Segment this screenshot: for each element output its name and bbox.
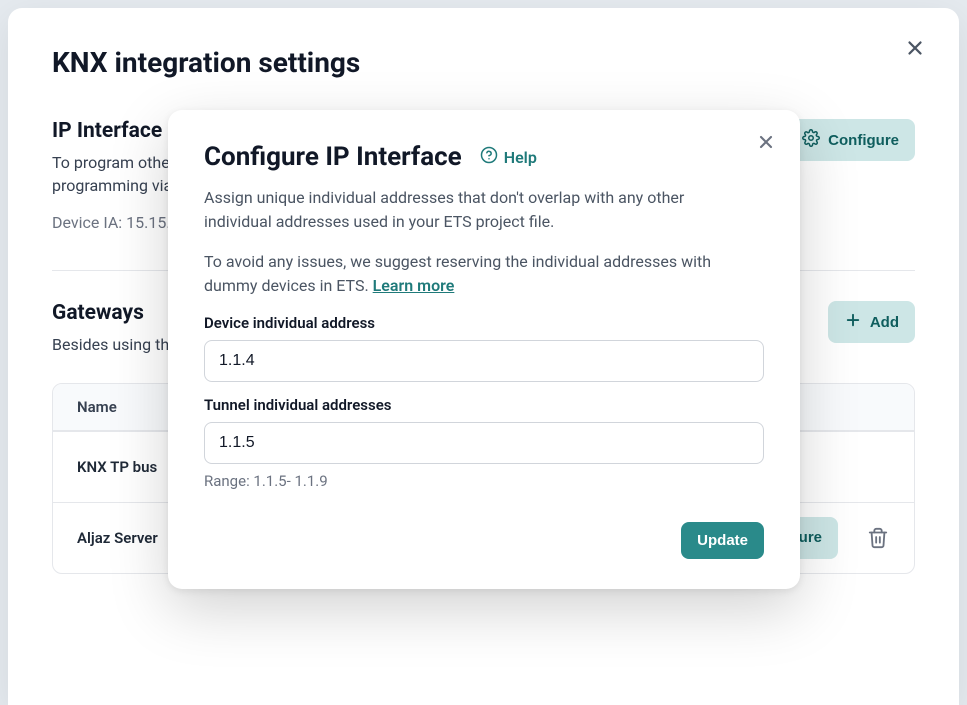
device-ia-input[interactable] (204, 340, 764, 382)
modal-paragraph-1: Assign unique individual addresses that … (204, 186, 744, 234)
help-icon (480, 146, 498, 168)
close-icon[interactable] (754, 130, 778, 154)
update-button-label: Update (697, 532, 748, 549)
help-link-label: Help (504, 148, 537, 167)
configure-ip-interface-modal: Configure IP Interface Help Assign uniqu… (168, 110, 800, 589)
learn-more-link[interactable]: Learn more (373, 276, 455, 295)
help-link[interactable]: Help (480, 146, 537, 168)
tunnel-ia-field-label: Tunnel individual addresses (204, 396, 764, 414)
tunnel-range-hint: Range: 1.1.5- 1.1.9 (204, 472, 764, 490)
device-ia-field-label: Device individual address (204, 314, 764, 332)
update-button[interactable]: Update (681, 522, 764, 559)
modal-title: Configure IP Interface (204, 142, 462, 172)
tunnel-ia-input[interactable] (204, 422, 764, 464)
modal-paragraph-2-text: To avoid any issues, we suggest reservin… (204, 252, 711, 295)
modal-overlay: Configure IP Interface Help Assign uniqu… (0, 0, 967, 705)
modal-paragraph-2: To avoid any issues, we suggest reservin… (204, 250, 744, 298)
